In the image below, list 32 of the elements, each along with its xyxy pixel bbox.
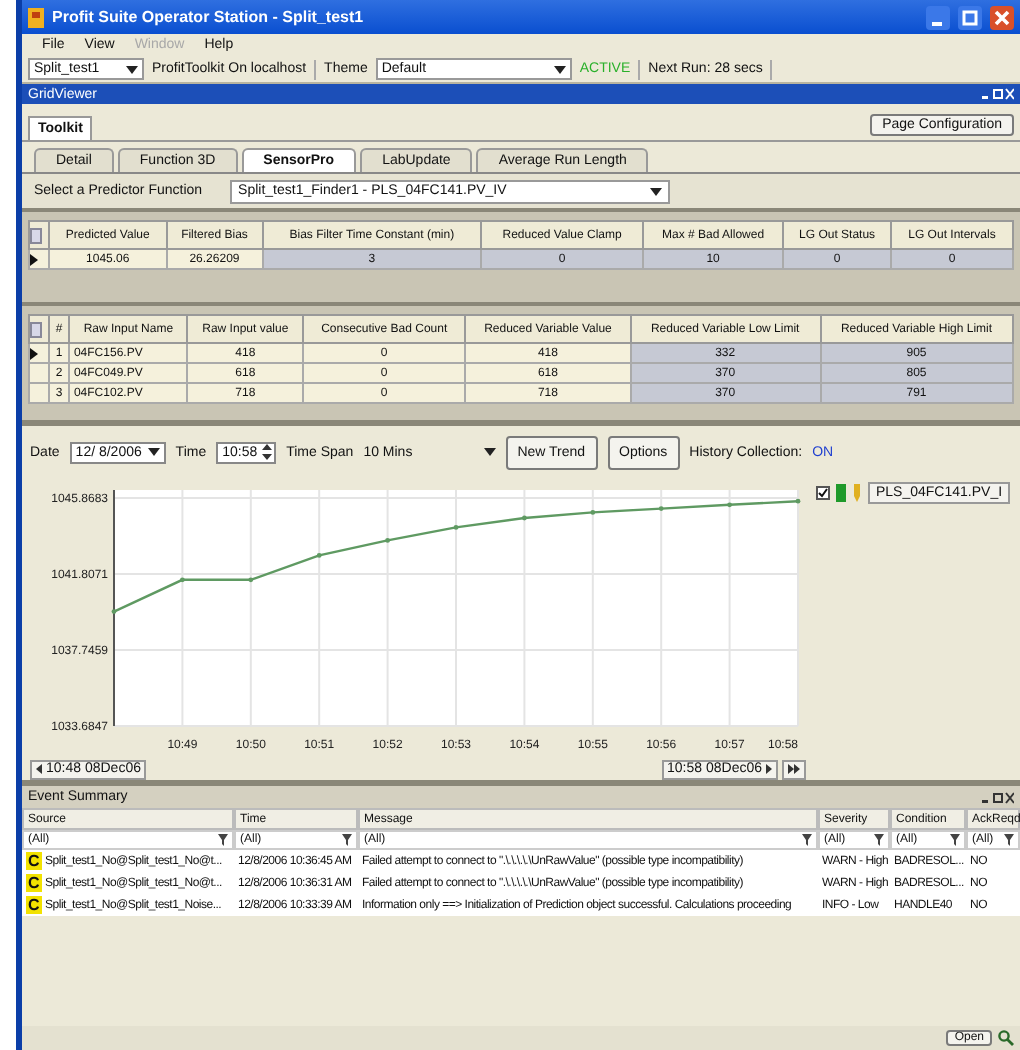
filter-icon [342,834,352,846]
event-badge: C [26,874,42,892]
window-controls-icon [982,791,1014,803]
dropdown-arrow-icon [147,448,160,456]
window-controls-icon [982,88,1014,100]
dropdown-arrow-icon [483,448,496,456]
filter-icon [874,834,884,846]
close-icon [990,5,1014,29]
maximize-icon [958,5,982,29]
event-badge: C [26,896,42,914]
spinner-arrows-icon [261,444,272,460]
grid-corner-icon [30,321,42,337]
dropdown-arrow-icon [650,187,663,195]
checkbox-icon[interactable] [816,486,830,500]
app-icon [28,7,44,27]
search-icon[interactable] [998,1030,1014,1046]
pen-icon [852,484,862,502]
filter-icon [802,834,812,846]
window-title: Profit Suite Operator Station - Split_test1 [52,8,366,26]
filter-icon [218,834,228,846]
right-arrow-icon [766,764,772,774]
dropdown-arrow-icon [553,65,566,73]
dropdown-arrow-icon [126,65,138,73]
event-badge: C [26,852,42,870]
left-arrow-icon [36,764,42,774]
skip-end-icon [788,764,800,774]
grid-corner-icon [30,227,42,243]
filter-icon [1004,834,1014,846]
filter-icon [950,834,960,846]
color-swatch-icon [836,484,846,502]
jump-to-end-button[interactable] [782,759,806,779]
minimize-icon [926,5,950,29]
